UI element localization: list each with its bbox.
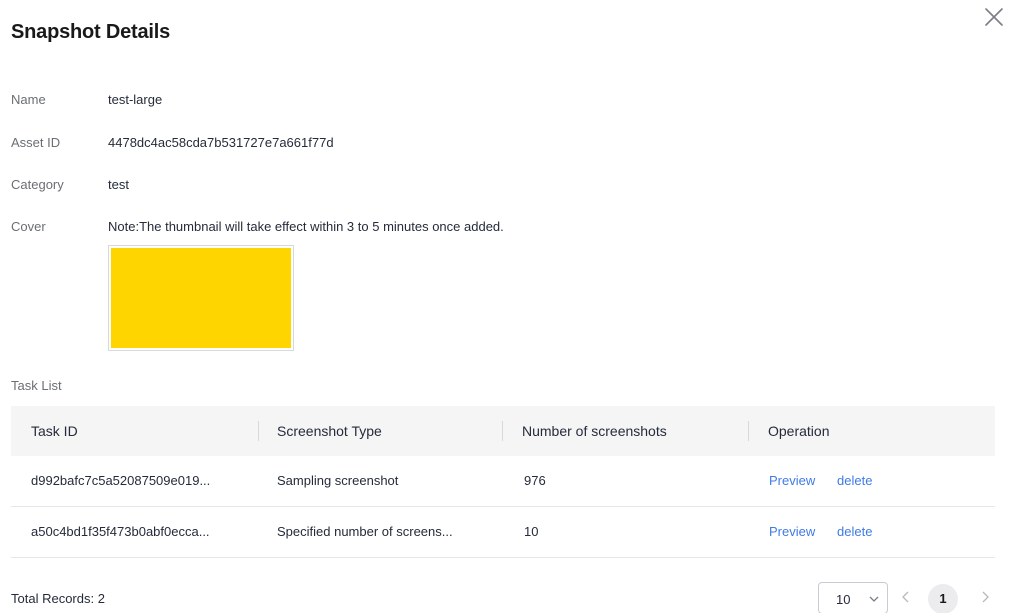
screenshot-count-cell: 10 (524, 524, 539, 539)
total-records: Total Records: 2 (11, 591, 105, 606)
task-id-cell: a50c4bd1f35f473b0abf0ecca... (31, 524, 210, 539)
column-header-task-id: Task ID (31, 423, 78, 439)
table-header: Task ID Screenshot Type Number of screen… (11, 406, 995, 456)
page-number-current[interactable]: 1 (928, 584, 958, 613)
screenshot-count-cell: 976 (524, 473, 546, 488)
cover-note: Note:The thumbnail will take effect with… (108, 219, 504, 234)
name-label: Name (11, 92, 46, 107)
chevron-left-icon[interactable] (900, 590, 912, 604)
task-table: Task ID Screenshot Type Number of screen… (11, 406, 995, 558)
column-divider (502, 421, 503, 441)
page-size-select[interactable]: 10 (818, 582, 888, 613)
column-header-screenshot-type: Screenshot Type (277, 423, 382, 439)
category-value: test (108, 177, 129, 192)
delete-link[interactable]: delete (837, 507, 872, 557)
column-header-operation: Operation (768, 423, 830, 439)
table-row: d992bafc7c5a52087509e019... Sampling scr… (11, 456, 995, 507)
screenshot-type-cell: Specified number of screens... (277, 524, 453, 539)
chevron-right-icon[interactable] (979, 590, 991, 604)
preview-link[interactable]: Preview (769, 456, 815, 506)
page-size-value: 10 (836, 592, 851, 607)
preview-link[interactable]: Preview (769, 507, 815, 557)
category-label: Category (11, 177, 64, 192)
close-icon (985, 8, 1003, 26)
screenshot-type-cell: Sampling screenshot (277, 473, 399, 488)
cover-label: Cover (11, 219, 46, 234)
delete-link[interactable]: delete (837, 456, 872, 506)
dialog-title: Snapshot Details (11, 21, 171, 43)
task-id-cell: d992bafc7c5a52087509e019... (31, 473, 211, 488)
snapshot-details-dialog: Snapshot Details Name test-large Asset I… (0, 0, 1012, 613)
column-divider (748, 421, 749, 441)
chevron-down-icon (869, 596, 879, 602)
column-divider (258, 421, 259, 441)
cover-image (111, 248, 291, 348)
close-button[interactable] (982, 5, 1006, 29)
asset-id-label: Asset ID (11, 135, 61, 150)
asset-id-value: 4478dc4ac58cda7b531727e7a661f77d (108, 135, 334, 150)
name-value: test-large (108, 92, 163, 107)
column-header-number-of-screenshots: Number of screenshots (522, 423, 667, 439)
task-list-label: Task List (11, 378, 62, 393)
cover-thumbnail[interactable] (108, 245, 294, 351)
table-row: a50c4bd1f35f473b0abf0ecca... Specified n… (11, 507, 995, 558)
